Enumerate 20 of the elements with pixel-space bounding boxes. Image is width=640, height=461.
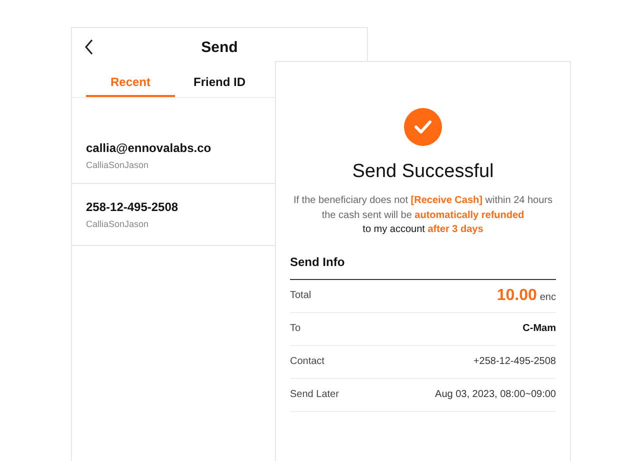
section-title: Send Info <box>290 254 345 268</box>
info-value: Aug 03, 2023, 08:00~09:00 <box>435 388 556 402</box>
recipient-name: CalliaSonJason <box>86 158 149 172</box>
info-label: Send Later <box>290 388 339 402</box>
amount-value: 10.00 <box>496 286 537 306</box>
screen-title: Send <box>201 38 238 58</box>
refund-notice: If the beneficiary does not [Receive Cash] within 24 hours the cash sent will be automatically refunded to my account after 3 days <box>293 194 553 237</box>
currency-unit: enc <box>540 290 556 304</box>
info-label: Total <box>290 289 312 303</box>
info-label: To <box>290 322 301 336</box>
info-value: +258-12-495-2508 <box>473 355 556 369</box>
recipient-name: CalliaSonJason <box>86 218 149 231</box>
info-value: C-Mam <box>522 322 556 336</box>
success-check-icon <box>404 108 442 146</box>
back-icon <box>84 39 94 55</box>
success-title: Send Successful <box>352 160 494 184</box>
recipient-id: 258-12-495-2508 <box>86 198 178 216</box>
info-label: Contact <box>290 355 324 369</box>
recipient-id: callia@ennovalabs.co <box>86 140 212 157</box>
tab[interactable]: Friend ID <box>175 68 264 97</box>
